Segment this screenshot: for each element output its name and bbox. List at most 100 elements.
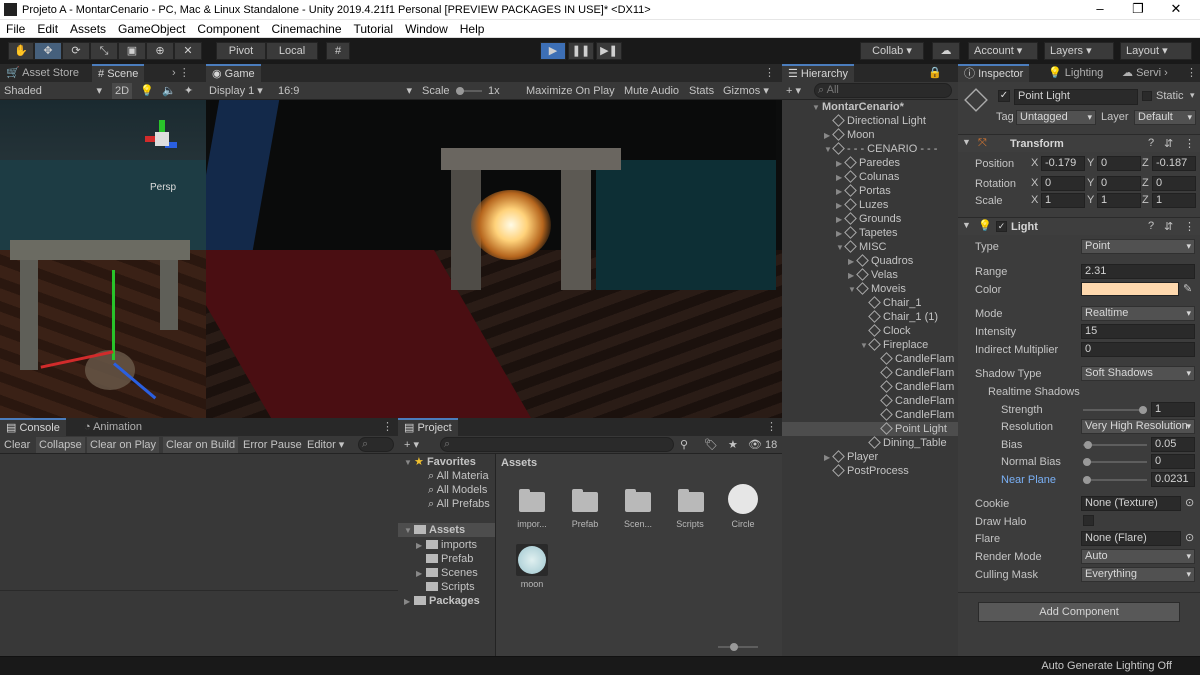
collapsed-arrow-icon[interactable]: ▶ (836, 213, 846, 227)
thumbnail-size-slider[interactable] (718, 643, 758, 651)
hierarchy-item[interactable]: ▶ Portas (782, 184, 958, 198)
hierarchy-item[interactable]: ▶ Colunas (782, 170, 958, 184)
collapsed-arrow-icon[interactable]: ▶ (836, 157, 846, 171)
step-button[interactable]: ▶❚ (596, 42, 622, 60)
hierarchy-item[interactable]: ▼ Fireplace (782, 338, 958, 352)
collapsed-arrow-icon[interactable]: ▶ (836, 185, 846, 199)
normal-bias-slider[interactable] (1083, 458, 1147, 466)
tab-hierarchy[interactable]: ☰ Hierarchy (782, 64, 854, 82)
gizmos-dropdown[interactable]: Gizmos ▾ (723, 83, 769, 99)
position-z-axis-label[interactable]: Z (1142, 157, 1149, 169)
menu-help[interactable]: Help (454, 20, 491, 36)
expanded-arrow-icon[interactable]: ▼ (860, 339, 870, 353)
hierarchy-lock-icon[interactable]: 🔒⋮ (922, 64, 958, 97)
scene-view[interactable]: Persp (0, 100, 206, 418)
rotation-y-field[interactable]: 0 (1097, 176, 1141, 191)
clear-on-play-toggle[interactable]: Clear on Play (87, 437, 160, 453)
local-button[interactable]: Local (266, 42, 318, 60)
draw-halo-checkbox[interactable] (1083, 515, 1094, 526)
light-menu-icon[interactable]: ⋮ (1184, 220, 1195, 233)
console-search-input[interactable]: ⌕ (358, 437, 394, 452)
tab-more-icon[interactable]: › ⋮ (166, 64, 196, 82)
favorites-item[interactable]: ▼ ★ Favorites (404, 455, 476, 469)
tag-dropdown[interactable]: Untagged (1016, 110, 1096, 125)
play-button[interactable]: ▶ (540, 42, 566, 60)
tab-asset-store[interactable]: 🛒 Asset Store (0, 64, 85, 82)
layers-dropdown[interactable]: Layers ▾ (1044, 42, 1114, 60)
cloud-icon[interactable]: ☁ (932, 42, 960, 60)
stats-toggle[interactable]: Stats (689, 83, 714, 99)
strength-slider-knob[interactable] (1139, 406, 1147, 414)
hierarchy-item[interactable]: CandleFlam (782, 366, 958, 380)
clear-on-build-toggle[interactable]: Clear on Build (163, 437, 239, 453)
hierarchy-search-input[interactable]: ⌕ All (814, 83, 952, 98)
collapsed-arrow-icon[interactable]: ▶ (848, 255, 858, 269)
asset-folder-prefab-icon[interactable] (572, 489, 598, 512)
collapsed-arrow-icon[interactable]: ▶ (824, 129, 834, 143)
hierarchy-item[interactable]: CandleFlam (782, 380, 958, 394)
mute-audio-toggle[interactable]: Mute Audio (624, 83, 679, 99)
render-mode-dropdown[interactable]: Auto (1081, 549, 1195, 564)
2d-toggle[interactable]: 2D (112, 83, 132, 99)
collapsed-arrow-icon[interactable]: ▶ (836, 199, 846, 213)
asset-circle-icon[interactable] (728, 484, 758, 514)
normal-bias-field[interactable]: 0 (1151, 454, 1195, 469)
expanded-arrow-icon[interactable]: ▼ (836, 241, 846, 255)
menu-tutorial[interactable]: Tutorial (348, 20, 400, 36)
near-plane-slider[interactable] (1083, 476, 1147, 484)
light-header[interactable]: ▼ 💡 ✓ Light ? ⇵ ⋮ (958, 217, 1200, 235)
hierarchy-item[interactable]: ▶ Paredes (782, 156, 958, 170)
fav-all-materials[interactable]: ⌕ All Materia (428, 469, 489, 483)
layout-dropdown[interactable]: Layout ▾ (1120, 42, 1192, 60)
near-plane-slider-knob[interactable] (1083, 476, 1091, 484)
console-menu-icon[interactable]: ⋮ (376, 418, 399, 436)
position-y-field[interactable]: 0 (1097, 156, 1141, 171)
folder-scenes[interactable]: ▶ Scenes (416, 566, 478, 580)
scale-x-field[interactable]: 1 (1041, 193, 1085, 208)
asset-folder-scripts-icon[interactable] (678, 489, 704, 512)
intensity-field[interactable]: 15 (1081, 324, 1195, 339)
hierarchy-item[interactable]: CandleFlam (782, 408, 958, 422)
inspector-menu-icon[interactable]: ⋮ (1180, 64, 1200, 82)
hierarchy-create-button[interactable]: + ▾ (786, 83, 801, 99)
asset-folder-imports-icon[interactable] (519, 489, 545, 512)
scene-orientation-gizmo[interactable] (145, 120, 181, 156)
collapsed-arrow-icon[interactable]: ▶ (848, 269, 858, 283)
display-dropdown[interactable]: Display 1 ▾ (209, 83, 275, 99)
tab-scene[interactable]: # Scene (92, 64, 145, 82)
tab-inspector[interactable]: ⓘ Inspector (958, 64, 1030, 82)
scale-x-axis-label[interactable]: X (1031, 194, 1038, 206)
hand-tool-icon[interactable]: ✋ (8, 42, 34, 60)
scale-tool-icon[interactable]: ⤡ (90, 42, 118, 60)
error-pause-toggle[interactable]: Error Pause (243, 437, 302, 453)
game-menu-icon[interactable]: ⋮ (758, 64, 781, 82)
position-x-field[interactable]: -0.179 (1041, 156, 1085, 171)
menu-gameobject[interactable]: GameObject (112, 20, 191, 36)
hierarchy-item[interactable]: ▶ Grounds (782, 212, 958, 226)
cookie-field[interactable]: None (Texture) (1081, 496, 1181, 511)
folder-prefab[interactable]: Prefab (426, 552, 473, 566)
search-by-type-icon[interactable]: ⚲ (680, 437, 688, 453)
flare-picker-icon[interactable]: ⊙ (1185, 531, 1194, 544)
hierarchy-item[interactable]: Chair_1 (1) (782, 310, 958, 324)
eyedropper-icon[interactable]: ✎ (1183, 282, 1192, 295)
hierarchy-item[interactable]: ▶ Tapetes (782, 226, 958, 240)
shading-mode-dropdown[interactable]: Shaded ▾ (4, 83, 102, 99)
strength-field[interactable]: 1 (1151, 402, 1195, 417)
menu-window[interactable]: Window (399, 20, 454, 36)
static-checkbox[interactable] (1142, 91, 1152, 101)
scale-slider[interactable] (456, 87, 482, 95)
position-x-axis-label[interactable]: X (1031, 157, 1038, 169)
close-icon[interactable]: ✕ (1166, 1, 1186, 17)
expanded-arrow-icon[interactable]: ▼ (824, 143, 834, 157)
hierarchy-item[interactable]: Chair_1 (782, 296, 958, 310)
range-field[interactable]: 2.31 (1081, 264, 1195, 279)
tab-console[interactable]: ▤ Console (0, 418, 66, 436)
rotation-x-axis-label[interactable]: X (1031, 177, 1038, 189)
transform-preset-icon[interactable]: ⇵ (1164, 137, 1173, 150)
project-create-button[interactable]: + ▾ (404, 437, 419, 453)
expanded-arrow-icon[interactable]: ▼ (848, 283, 858, 297)
cookie-picker-icon[interactable]: ⊙ (1185, 496, 1194, 509)
resolution-dropdown[interactable]: Very High Resolution (1081, 419, 1195, 434)
move-tool-icon[interactable]: ✥ (34, 42, 62, 60)
